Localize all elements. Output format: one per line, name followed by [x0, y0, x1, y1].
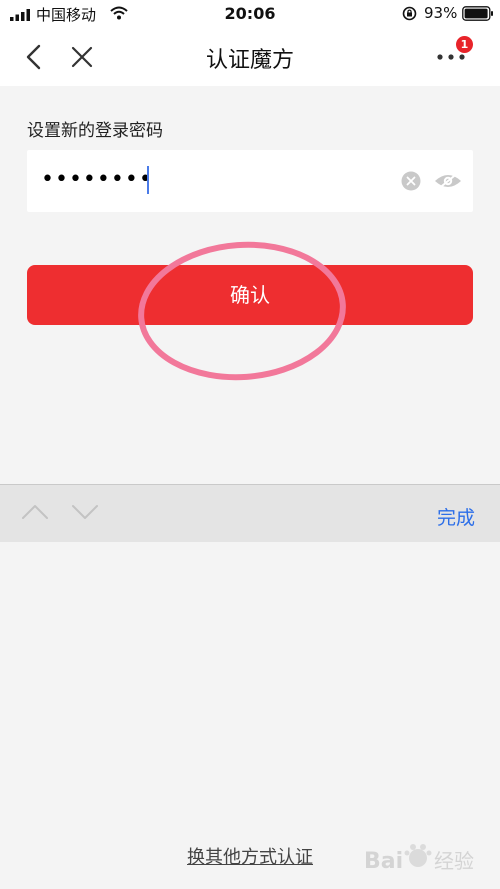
done-button[interactable]: 完成 — [437, 503, 475, 530]
svg-text:经验: 经验 — [434, 849, 474, 873]
clear-icon[interactable] — [401, 171, 421, 191]
keyboard-toolbar: 完成 — [0, 484, 500, 542]
confirm-button[interactable]: 确认 — [27, 265, 473, 325]
password-mask: •••••••• — [41, 167, 153, 192]
password-label: 设置新的登录密码 — [27, 121, 163, 141]
password-input[interactable]: •••••••• — [27, 150, 473, 212]
baidu-jingyan-watermark: Bai 经验 — [364, 844, 474, 874]
page-title: 认证魔方 — [205, 48, 294, 73]
svg-text:Bai: Bai — [364, 849, 403, 874]
eye-icon[interactable] — [433, 170, 463, 192]
status-bar: 中国移动 20:06 93% — [0, 0, 500, 28]
battery-percentage: 93% — [424, 4, 458, 22]
battery-icon — [462, 6, 493, 21]
more-icon[interactable] — [436, 52, 466, 62]
chevron-up-icon[interactable] — [21, 503, 49, 521]
nav-bar: 认证魔方 1 — [0, 28, 500, 86]
chevron-down-icon[interactable] — [71, 503, 99, 521]
notification-badge: 1 — [456, 36, 473, 53]
text-caret — [147, 166, 149, 194]
rotation-lock-icon — [402, 6, 417, 21]
